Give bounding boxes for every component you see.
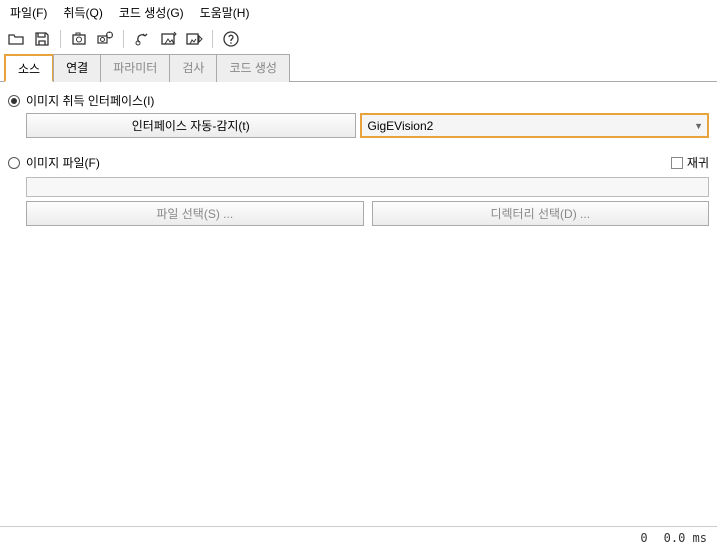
status-bar: 0 0.0 ms — [0, 526, 717, 549]
radio-image-file[interactable] — [8, 157, 20, 169]
status-count: 0 — [640, 531, 647, 545]
snap-icon[interactable] — [158, 29, 178, 49]
recursive-label: 재귀 — [687, 154, 709, 171]
interface-selected-value: GigEVision2 — [368, 119, 434, 133]
directory-select-button[interactable]: 디렉터리 선택(D) ... — [372, 201, 710, 226]
chevron-down-icon: ▼ — [694, 121, 703, 131]
image-file-radio-label: 이미지 파일(F) — [26, 154, 100, 171]
interface-combobox[interactable]: GigEVision2 ▼ — [360, 113, 710, 138]
tab-inspect[interactable]: 검사 — [169, 54, 217, 82]
open-folder-icon[interactable] — [6, 29, 26, 49]
interface-radio-row[interactable]: 이미지 취득 인터페이스(I) — [8, 92, 709, 109]
capture-single-icon[interactable] — [69, 29, 89, 49]
menu-codegen[interactable]: 코드 생성(G) — [113, 2, 190, 23]
file-path-input[interactable] — [26, 177, 709, 197]
interface-select-row: 인터페이스 자동-감지(t) GigEVision2 ▼ — [26, 113, 709, 138]
status-time: 0.0 ms — [664, 531, 707, 545]
toolbar-separator — [60, 30, 61, 48]
tab-codegen[interactable]: 코드 생성 — [216, 54, 290, 82]
file-select-button[interactable]: 파일 선택(S) ... — [26, 201, 364, 226]
image-file-radio-row[interactable]: 이미지 파일(F) — [8, 154, 100, 171]
toolbar-separator-2 — [123, 30, 124, 48]
recursive-checkbox-group[interactable]: 재귀 — [671, 154, 709, 171]
tab-parameters[interactable]: 파라미터 — [100, 54, 170, 82]
image-file-row: 이미지 파일(F) 재귀 — [8, 150, 709, 175]
tab-bar: 소스 연결 파라미터 검사 코드 생성 — [0, 53, 717, 82]
toolbar-separator-3 — [212, 30, 213, 48]
save-icon[interactable] — [32, 29, 52, 49]
menu-help[interactable]: 도움말(H) — [194, 2, 256, 23]
menu-bar: 파일(F) 취득(Q) 코드 생성(G) 도움말(H) — [0, 0, 717, 25]
autodetect-button[interactable]: 인터페이스 자동-감지(t) — [26, 113, 356, 138]
recursive-checkbox[interactable] — [671, 157, 683, 169]
help-icon[interactable] — [221, 29, 241, 49]
menu-acquire[interactable]: 취득(Q) — [57, 2, 108, 23]
radio-interface[interactable] — [8, 95, 20, 107]
tab-content-source: 이미지 취득 인터페이스(I) 인터페이스 자동-감지(t) GigEVisio… — [0, 82, 717, 526]
capture-settings-icon[interactable] — [95, 29, 115, 49]
interface-radio-label: 이미지 취득 인터페이스(I) — [26, 92, 154, 109]
connect-icon[interactable] — [132, 29, 152, 49]
live-icon[interactable] — [184, 29, 204, 49]
menu-file[interactable]: 파일(F) — [4, 2, 53, 23]
toolbar — [0, 25, 717, 53]
tab-source[interactable]: 소스 — [4, 54, 54, 82]
file-buttons-row: 파일 선택(S) ... 디렉터리 선택(D) ... — [26, 201, 709, 226]
tab-connection[interactable]: 연결 — [53, 54, 101, 82]
